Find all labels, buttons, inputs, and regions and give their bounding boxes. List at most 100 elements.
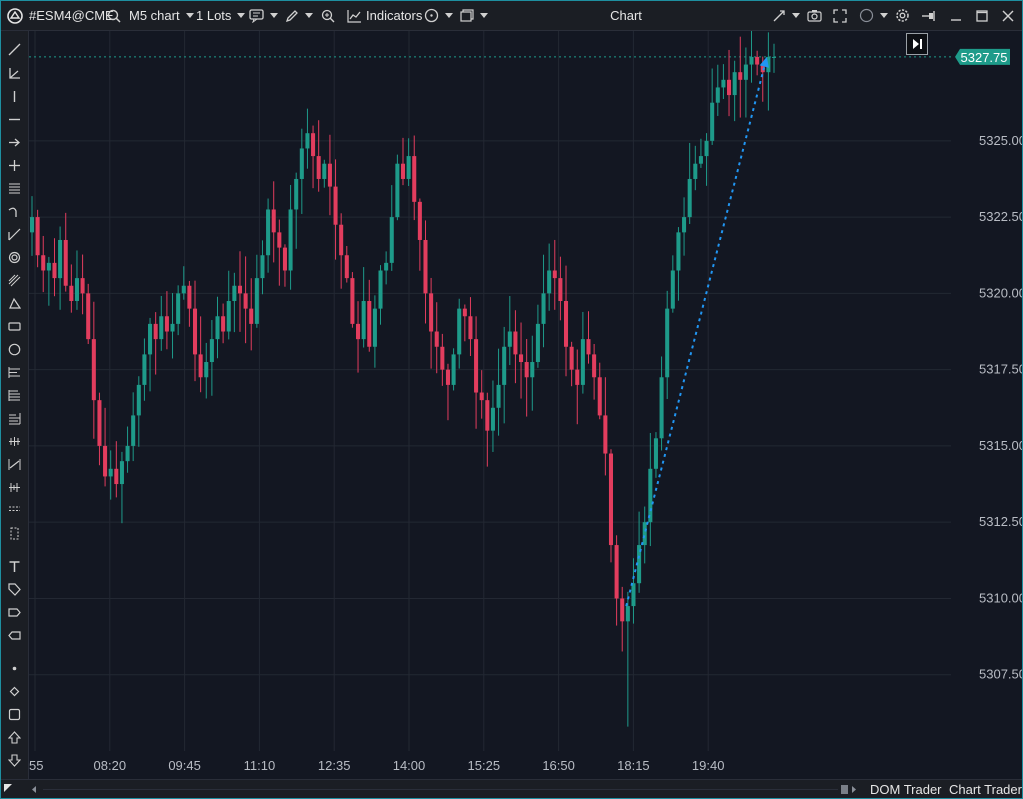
- candle-body: [187, 285, 192, 309]
- down-arrow-icon[interactable]: [6, 752, 23, 769]
- candle-body: [69, 285, 74, 301]
- palette-icon[interactable]: [424, 1, 453, 30]
- diamond-icon[interactable]: [6, 683, 23, 700]
- fib-fan-icon[interactable]: [6, 410, 23, 427]
- circle-icon[interactable]: [859, 1, 888, 30]
- candle-body: [614, 545, 619, 599]
- indicators-label: Indicators: [366, 8, 423, 23]
- candle-body: [249, 308, 254, 324]
- candle-body: [603, 415, 608, 454]
- square-icon[interactable]: [6, 706, 23, 723]
- horizontal-scrollbar[interactable]: [31, 785, 861, 794]
- scroll-track[interactable]: [43, 789, 838, 790]
- pitchfork-tool-icon[interactable]: [6, 226, 23, 243]
- chart-type-dropdown[interactable]: M5 chart: [129, 1, 194, 30]
- candle-body: [114, 468, 119, 485]
- candle-body: [108, 468, 113, 477]
- candle-body: [597, 377, 602, 416]
- symbol-selector[interactable]: #ESM4@CME: [29, 1, 114, 30]
- time-tick-label: 14:00: [393, 758, 426, 773]
- price-tick-label: 5312.50: [979, 514, 1022, 529]
- expand-icon[interactable]: [833, 1, 847, 30]
- time-tick-label: 09:45: [168, 758, 201, 773]
- candle-body: [367, 301, 372, 347]
- scroll-thumb[interactable]: [841, 785, 848, 794]
- crosshair-tool-icon[interactable]: [6, 157, 23, 174]
- chat-icon[interactable]: [249, 1, 278, 30]
- angle-tool-icon[interactable]: [6, 65, 23, 82]
- candle-body: [136, 384, 141, 416]
- price-tick-label: 5310.00: [979, 590, 1022, 605]
- ellipse-tool-icon[interactable]: [6, 341, 23, 358]
- callout-tool-icon[interactable]: [6, 627, 23, 644]
- arrow-tool-icon[interactable]: [6, 134, 23, 151]
- up-arrow-icon[interactable]: [6, 729, 23, 746]
- vertical-line-icon[interactable]: [6, 88, 23, 105]
- candle-body: [153, 323, 158, 340]
- scroll-left-icon[interactable]: [32, 786, 36, 793]
- lots-dropdown[interactable]: 1 Lots: [196, 1, 246, 30]
- candle-body: [243, 293, 248, 309]
- candle-body: [743, 64, 748, 80]
- pin-icon[interactable]: [921, 1, 937, 30]
- spiral-tool-icon[interactable]: [6, 249, 23, 266]
- candle-body: [580, 339, 585, 385]
- template-icon[interactable]: [460, 1, 488, 30]
- scroll-right-icon[interactable]: [852, 786, 856, 793]
- search-icon[interactable]: [107, 1, 121, 30]
- camera-icon[interactable]: [807, 1, 822, 30]
- fib-tool-icon[interactable]: [6, 180, 23, 197]
- candle-body: [277, 232, 282, 248]
- candle-body: [395, 163, 400, 218]
- gann-icon[interactable]: [6, 433, 23, 450]
- candle-body: [710, 102, 715, 141]
- text-tool-icon[interactable]: [6, 558, 23, 575]
- label-tool-icon[interactable]: [6, 604, 23, 621]
- collapse-icon[interactable]: [772, 1, 800, 30]
- candle-body: [237, 285, 243, 294]
- time-tick-label: 16:50: [542, 758, 575, 773]
- scroll-to-latest-button[interactable]: [906, 33, 928, 55]
- price-chart[interactable]: 5307.50 5310.00 5312.50 5315.00 5317.50 5320.…: [29, 31, 1022, 779]
- triangle-tool-icon[interactable]: [6, 295, 23, 312]
- chevron-down-icon: [305, 13, 313, 18]
- candle-body: [563, 301, 569, 347]
- dom-trader-tab[interactable]: DOM Trader: [870, 780, 942, 798]
- candle-body: [119, 461, 124, 485]
- candle-body: [440, 346, 445, 370]
- chart-trader-tab[interactable]: Chart Trader: [949, 780, 1022, 798]
- maximize-icon[interactable]: [976, 1, 988, 30]
- candle-body: [445, 369, 450, 385]
- time-tick-label: 08:20: [94, 758, 127, 773]
- app-logo-icon[interactable]: [7, 1, 23, 30]
- candle-body: [434, 331, 439, 347]
- measure-icon[interactable]: [6, 502, 23, 519]
- close-icon[interactable]: [1002, 1, 1014, 30]
- top-toolbar: #ESM4@CME M5 chart 1 Lots Indicators Cha…: [1, 1, 1022, 31]
- regression-icon[interactable]: [6, 456, 23, 473]
- candle-body: [586, 339, 591, 355]
- minimize-icon[interactable]: [950, 1, 962, 30]
- horizontal-line-icon[interactable]: [6, 111, 23, 128]
- pencil-icon[interactable]: [285, 1, 313, 30]
- volume-profile-icon[interactable]: [6, 479, 23, 496]
- settings-icon[interactable]: [895, 1, 910, 30]
- bottom-bar: DOM Trader Chart Trader: [1, 779, 1022, 798]
- fib-extension-icon[interactable]: [6, 387, 23, 404]
- fib-retracement-icon[interactable]: [6, 364, 23, 381]
- rectangle-tool-icon[interactable]: [6, 318, 23, 335]
- curve-tool-icon[interactable]: [6, 203, 23, 220]
- zoom-in-icon[interactable]: [321, 1, 335, 30]
- trendline-tool-icon[interactable]: [6, 41, 23, 58]
- range-icon[interactable]: [6, 525, 23, 542]
- channel-tool-icon[interactable]: [6, 272, 23, 289]
- candle-body: [29, 217, 35, 233]
- candle-body: [507, 331, 512, 347]
- dot-icon[interactable]: [6, 660, 23, 677]
- candle-body: [547, 270, 552, 294]
- tag-tool-icon[interactable]: [6, 581, 23, 598]
- candle-body: [490, 407, 495, 431]
- candle-body: [305, 133, 310, 149]
- indicators-button[interactable]: Indicators: [347, 1, 422, 30]
- time-tick-label: 55: [29, 758, 43, 773]
